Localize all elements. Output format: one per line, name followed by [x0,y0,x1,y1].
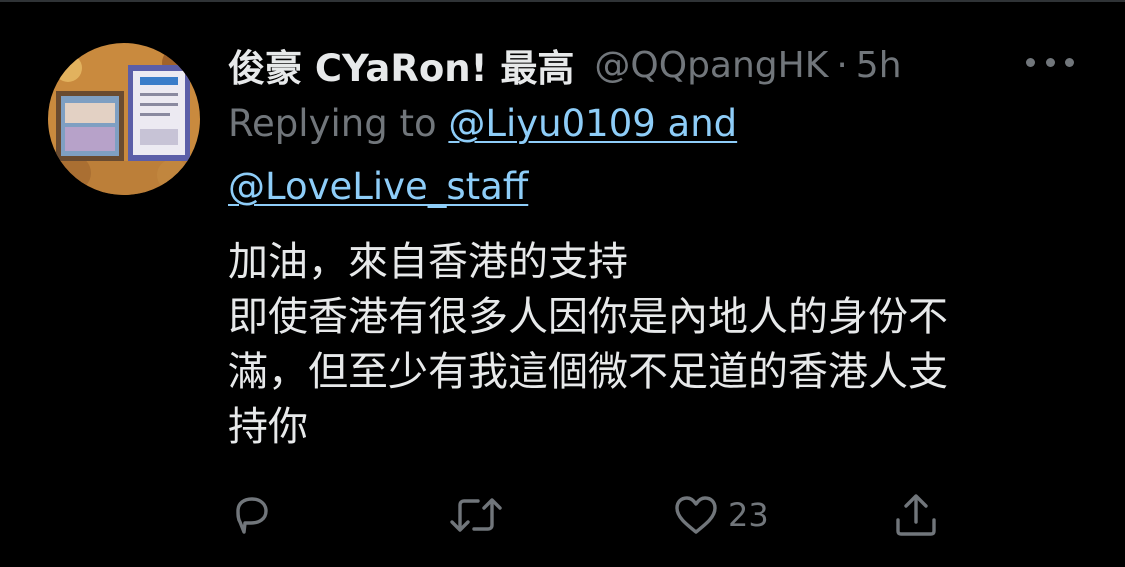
tweet-text-line: 持你 [228,404,308,450]
timestamp[interactable]: 5h [856,45,902,86]
like-count: 23 [728,496,769,534]
separator: · [836,44,848,86]
replying-to-line: Replying to @Liyu0109 and [228,99,737,149]
share-button[interactable] [892,490,940,540]
tweet-text-line: 滿，但至少有我這個微不足道的香港人支 [228,349,948,395]
tweet-text-line: 即使香港有很多人因你是內地人的身份不 [228,294,948,340]
share-icon [896,494,936,536]
mention-link-2[interactable]: @LoveLive_staff [228,165,528,208]
avatar[interactable] [48,43,200,195]
replying-to-label: Replying to [228,102,437,145]
replying-to-line-2: @LoveLive_staff [228,162,528,212]
user-handle[interactable]: @QQpangHK [594,45,828,86]
tweet-text: 加油，來自香港的支持 即使香港有很多人因你是內地人的身份不 滿，但至少有我這個微… [228,235,1088,455]
mention-link-1[interactable]: @Liyu0109 and [448,102,737,145]
heart-icon [675,496,717,534]
reply-button[interactable] [228,490,276,540]
retweet-icon [450,498,502,532]
tweet-header: 俊豪 CYaRon! 最高 @QQpangHK · 5h [228,38,902,92]
like-button[interactable]: 23 [672,490,769,540]
retweet-button[interactable] [448,490,504,540]
display-name[interactable]: 俊豪 CYaRon! 最高 [228,38,574,92]
more-horizontal-icon[interactable] [1026,50,1074,74]
reply-bubble-icon [236,497,268,534]
top-divider [0,0,1125,2]
tweet-text-line: 加油，來自香港的支持 [228,239,628,285]
